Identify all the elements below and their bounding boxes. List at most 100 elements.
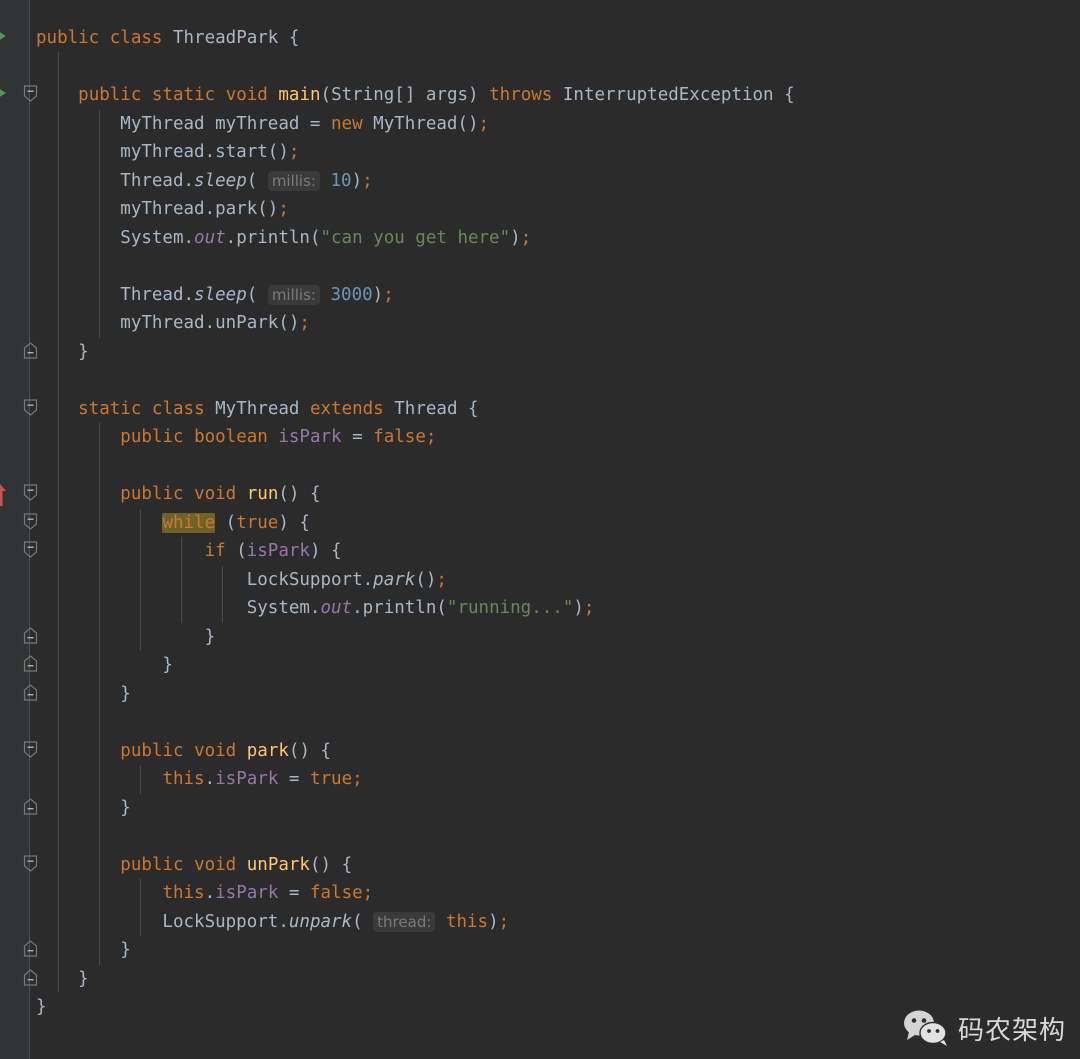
code-token: MyThread() — [373, 114, 479, 134]
code-token: new — [331, 114, 374, 134]
code-line-31[interactable]: this.isPark = false; — [36, 879, 373, 908]
code-token: Thread. — [36, 285, 195, 305]
code-token: { — [288, 28, 300, 48]
code-line-35[interactable]: } — [36, 993, 47, 1022]
code-token: ( — [352, 912, 374, 932]
code-line-10[interactable]: Thread.sleep( millis: 3000); — [36, 281, 394, 310]
code-token: System. — [36, 598, 321, 618]
code-line-4[interactable]: MyThread myThread = new MyThread(); — [36, 110, 489, 139]
code-line-34[interactable]: } — [36, 965, 89, 994]
code-token: LockSupport. — [36, 912, 289, 932]
code-token: ; — [498, 912, 510, 932]
code-token: } — [36, 940, 131, 960]
code-token: ) — [488, 912, 499, 932]
code-token: unpark — [288, 912, 353, 932]
code-token: true — [236, 513, 279, 533]
code-token: System. — [36, 228, 195, 248]
code-token: ( — [246, 171, 268, 191]
code-line-11[interactable]: myThread.unPark(); — [36, 309, 310, 338]
code-line-7[interactable]: myThread.park(); — [36, 195, 289, 224]
code-editor[interactable]: public class ThreadPark { public static … — [0, 0, 1080, 1059]
code-line-15[interactable]: public boolean isPark = false; — [36, 423, 436, 452]
code-token: ) — [351, 171, 363, 191]
code-token: public — [36, 28, 110, 48]
code-line-22[interactable]: } — [36, 623, 216, 652]
code-line-27[interactable]: this.isPark = true; — [36, 765, 362, 794]
code-line-17[interactable]: public void run() { — [36, 480, 320, 509]
code-token: out — [320, 598, 353, 618]
code-token: ) { — [278, 513, 310, 533]
code-token: . — [204, 883, 216, 903]
code-token: () { — [309, 855, 353, 875]
code-token: isPark — [246, 541, 310, 561]
code-line-3[interactable]: public static void main(String[] args) t… — [36, 81, 795, 110]
highlighted-token: while — [162, 513, 216, 533]
code-token: = — [278, 883, 310, 903]
code-token: { — [468, 399, 479, 419]
code-line-26[interactable]: public void park() { — [36, 737, 331, 766]
code-token: false — [309, 883, 363, 903]
parameter-hint: millis: — [267, 171, 320, 191]
code-token: run — [246, 484, 279, 504]
code-token: sleep — [194, 285, 247, 305]
code-token: 10 — [330, 171, 352, 191]
code-token: class — [151, 399, 216, 419]
code-token: myThread.unPark() — [36, 313, 300, 333]
code-line-24[interactable]: } — [36, 680, 131, 709]
code-line-8[interactable]: System.out.println("can you get here"); — [36, 224, 531, 253]
code-token: ; — [436, 570, 447, 590]
code-line-5[interactable]: myThread.start(); — [36, 138, 299, 167]
code-line-23[interactable]: } — [36, 651, 173, 680]
code-content[interactable]: public class ThreadPark { public static … — [0, 0, 1080, 1059]
code-token: public — [78, 85, 152, 105]
code-token: void — [194, 741, 247, 761]
code-line-19[interactable]: if (isPark) { — [36, 537, 342, 566]
code-token: extends — [309, 399, 395, 419]
code-line-33[interactable]: } — [36, 936, 131, 965]
watermark: 码农架构 — [903, 1009, 1066, 1047]
code-token: static — [78, 399, 152, 419]
code-token: MyThread — [215, 399, 310, 419]
watermark-label: 码农架构 — [957, 1015, 1066, 1046]
code-line-12[interactable]: } — [36, 338, 89, 367]
code-token: } — [36, 627, 216, 647]
code-token: ( — [236, 541, 247, 561]
code-token: (String[] args) — [320, 85, 490, 105]
code-token: MyThread myThread = — [36, 114, 332, 134]
code-line-18[interactable]: while (true) { — [36, 509, 310, 538]
code-token: public — [120, 741, 195, 761]
code-token: ; — [383, 285, 394, 305]
code-line-30[interactable]: public void unPark() { — [36, 851, 352, 880]
code-token: ; — [478, 114, 490, 134]
code-token: park — [373, 570, 416, 590]
code-line-21[interactable]: System.out.println("running..."); — [36, 594, 595, 623]
code-token: this — [162, 769, 205, 789]
code-line-6[interactable]: Thread.sleep( millis: 10); — [36, 167, 373, 196]
code-token: class — [109, 28, 173, 48]
code-token: LockSupport. — [36, 570, 374, 590]
code-line-28[interactable]: } — [36, 794, 131, 823]
code-line-32[interactable]: LockSupport.unpark( thread: this); — [36, 908, 509, 937]
wechat-icon — [903, 1009, 949, 1047]
code-line-14[interactable]: static class MyThread extends Thread { — [36, 395, 479, 424]
code-token: = — [278, 769, 310, 789]
code-token: ; — [362, 883, 374, 903]
code-token: isPark — [215, 883, 279, 903]
code-token: "running..." — [446, 598, 574, 618]
code-token: ; — [362, 171, 373, 191]
code-token: InterruptedException { — [562, 85, 795, 105]
parameter-hint: thread: — [373, 912, 436, 932]
code-token: boolean — [194, 427, 279, 447]
code-token: false — [373, 427, 426, 447]
code-token: } — [36, 798, 131, 818]
code-token: isPark — [278, 427, 342, 447]
code-line-20[interactable]: LockSupport.park(); — [36, 566, 447, 595]
code-token: main — [278, 85, 321, 105]
code-line-1[interactable]: public class ThreadPark { — [36, 24, 299, 53]
code-token: ; — [425, 427, 437, 447]
code-token: ( — [246, 285, 268, 305]
